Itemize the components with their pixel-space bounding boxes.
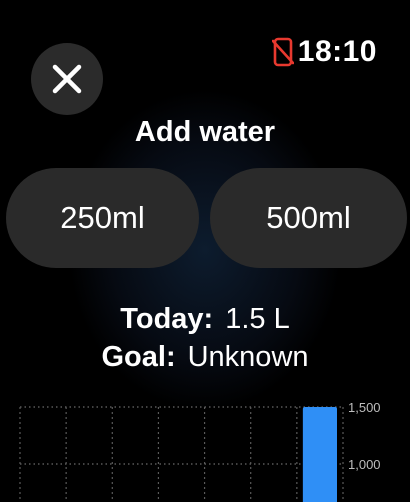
close-icon	[52, 64, 82, 94]
goal-value: Unknown	[187, 341, 309, 373]
add-250ml-label: 250ml	[60, 200, 145, 235]
status-bar: 18:10	[271, 34, 377, 70]
goal-stat: Goal: Unknown	[0, 341, 410, 374]
water-intake-chart: 1,500 1,000	[19, 400, 381, 502]
phone-disconnected-icon	[271, 37, 294, 67]
close-button[interactable]	[31, 43, 103, 115]
add-500ml-button[interactable]: 500ml	[210, 168, 407, 268]
add-500ml-label: 500ml	[266, 200, 351, 235]
chart-y-tick-label: 1,000	[348, 457, 381, 472]
today-value: 1.5 L	[225, 303, 290, 335]
goal-label: Goal:	[101, 341, 176, 373]
chart-y-tick-label: 1,500	[348, 400, 381, 415]
add-250ml-button[interactable]: 250ml	[6, 168, 199, 268]
today-label: Today:	[120, 303, 214, 335]
status-time: 18:10	[297, 35, 377, 68]
today-stat: Today: 1.5 L	[0, 303, 410, 336]
chart-bar	[302, 407, 337, 502]
page-title: Add water	[134, 116, 276, 148]
